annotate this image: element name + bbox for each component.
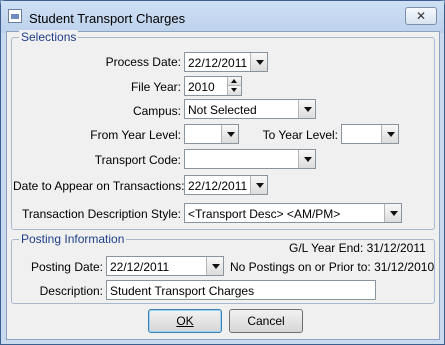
date-to-appear-value: 22/12/2011	[188, 179, 248, 193]
description-input[interactable]: Student Transport Charges	[106, 280, 376, 300]
window-icon	[8, 9, 22, 23]
file-year-label: File Year:	[130, 80, 181, 94]
gl-year-end-text: G/L Year End: 31/12/2011	[289, 241, 426, 255]
chevron-down-icon[interactable]	[221, 125, 238, 143]
process-date-dropdown[interactable]: 22/12/2011	[184, 52, 268, 72]
campus-dropdown[interactable]: Not Selected	[184, 99, 316, 119]
campus-label: Campus:	[132, 104, 181, 118]
date-to-appear-label: Date to Appear on Transactions:	[13, 179, 185, 193]
close-button[interactable]: ✕	[405, 7, 437, 25]
dialog-body: Selections Process Date: 22/12/2011 File…	[6, 30, 440, 340]
from-year-level-label: From Year Level:	[90, 128, 181, 142]
process-date-label: Process Date:	[105, 55, 181, 69]
transport-code-label: Transport Code:	[94, 153, 181, 167]
ok-button[interactable]: OK	[148, 309, 222, 333]
dialog-window: Student Transport Charges ✕ Selections P…	[0, 0, 445, 345]
chevron-down-icon[interactable]	[206, 257, 223, 275]
selections-legend: Selections	[19, 30, 79, 44]
no-postings-note: No Postings on or Prior to: 31/12/2010	[230, 260, 435, 274]
cancel-button[interactable]: Cancel	[229, 309, 303, 333]
posting-date-dropdown[interactable]: 22/12/2011	[106, 256, 224, 276]
file-year-value: 2010	[188, 80, 215, 94]
file-year-spinner[interactable]: 2010	[184, 76, 242, 96]
title-bar: Student Transport Charges ✕	[1, 1, 444, 33]
transport-code-dropdown[interactable]	[184, 149, 316, 169]
from-year-level-dropdown[interactable]	[184, 124, 239, 144]
description-label: Description:	[39, 284, 103, 298]
to-year-level-dropdown[interactable]	[341, 124, 399, 144]
chevron-down-icon[interactable]	[298, 150, 315, 168]
spin-up-icon[interactable]	[227, 77, 241, 86]
chevron-down-icon[interactable]	[298, 100, 315, 118]
chevron-down-icon[interactable]	[381, 125, 398, 143]
date-to-appear-dropdown[interactable]: 22/12/2011	[184, 175, 268, 195]
process-date-value: 22/12/2011	[188, 56, 248, 70]
campus-value: Not Selected	[188, 103, 257, 117]
ok-button-label: OK	[176, 314, 194, 328]
cancel-button-label: Cancel	[247, 314, 285, 328]
desc-style-dropdown[interactable]: <Transport Desc> <AM/PM>	[184, 203, 402, 223]
desc-style-value: <Transport Desc> <AM/PM>	[188, 207, 341, 221]
chevron-down-icon[interactable]	[384, 204, 401, 222]
posting-date-label: Posting Date:	[30, 260, 103, 274]
window-title: Student Transport Charges	[29, 11, 186, 26]
posting-legend: Posting Information	[19, 232, 127, 246]
description-value: Student Transport Charges	[110, 284, 255, 298]
chevron-down-icon[interactable]	[250, 53, 267, 71]
desc-style-label: Transaction Description Style:	[22, 207, 181, 221]
to-year-level-label: To Year Level:	[262, 128, 338, 142]
chevron-down-icon[interactable]	[250, 176, 267, 194]
posting-date-value: 22/12/2011	[110, 260, 170, 274]
spin-down-icon[interactable]	[227, 86, 241, 95]
